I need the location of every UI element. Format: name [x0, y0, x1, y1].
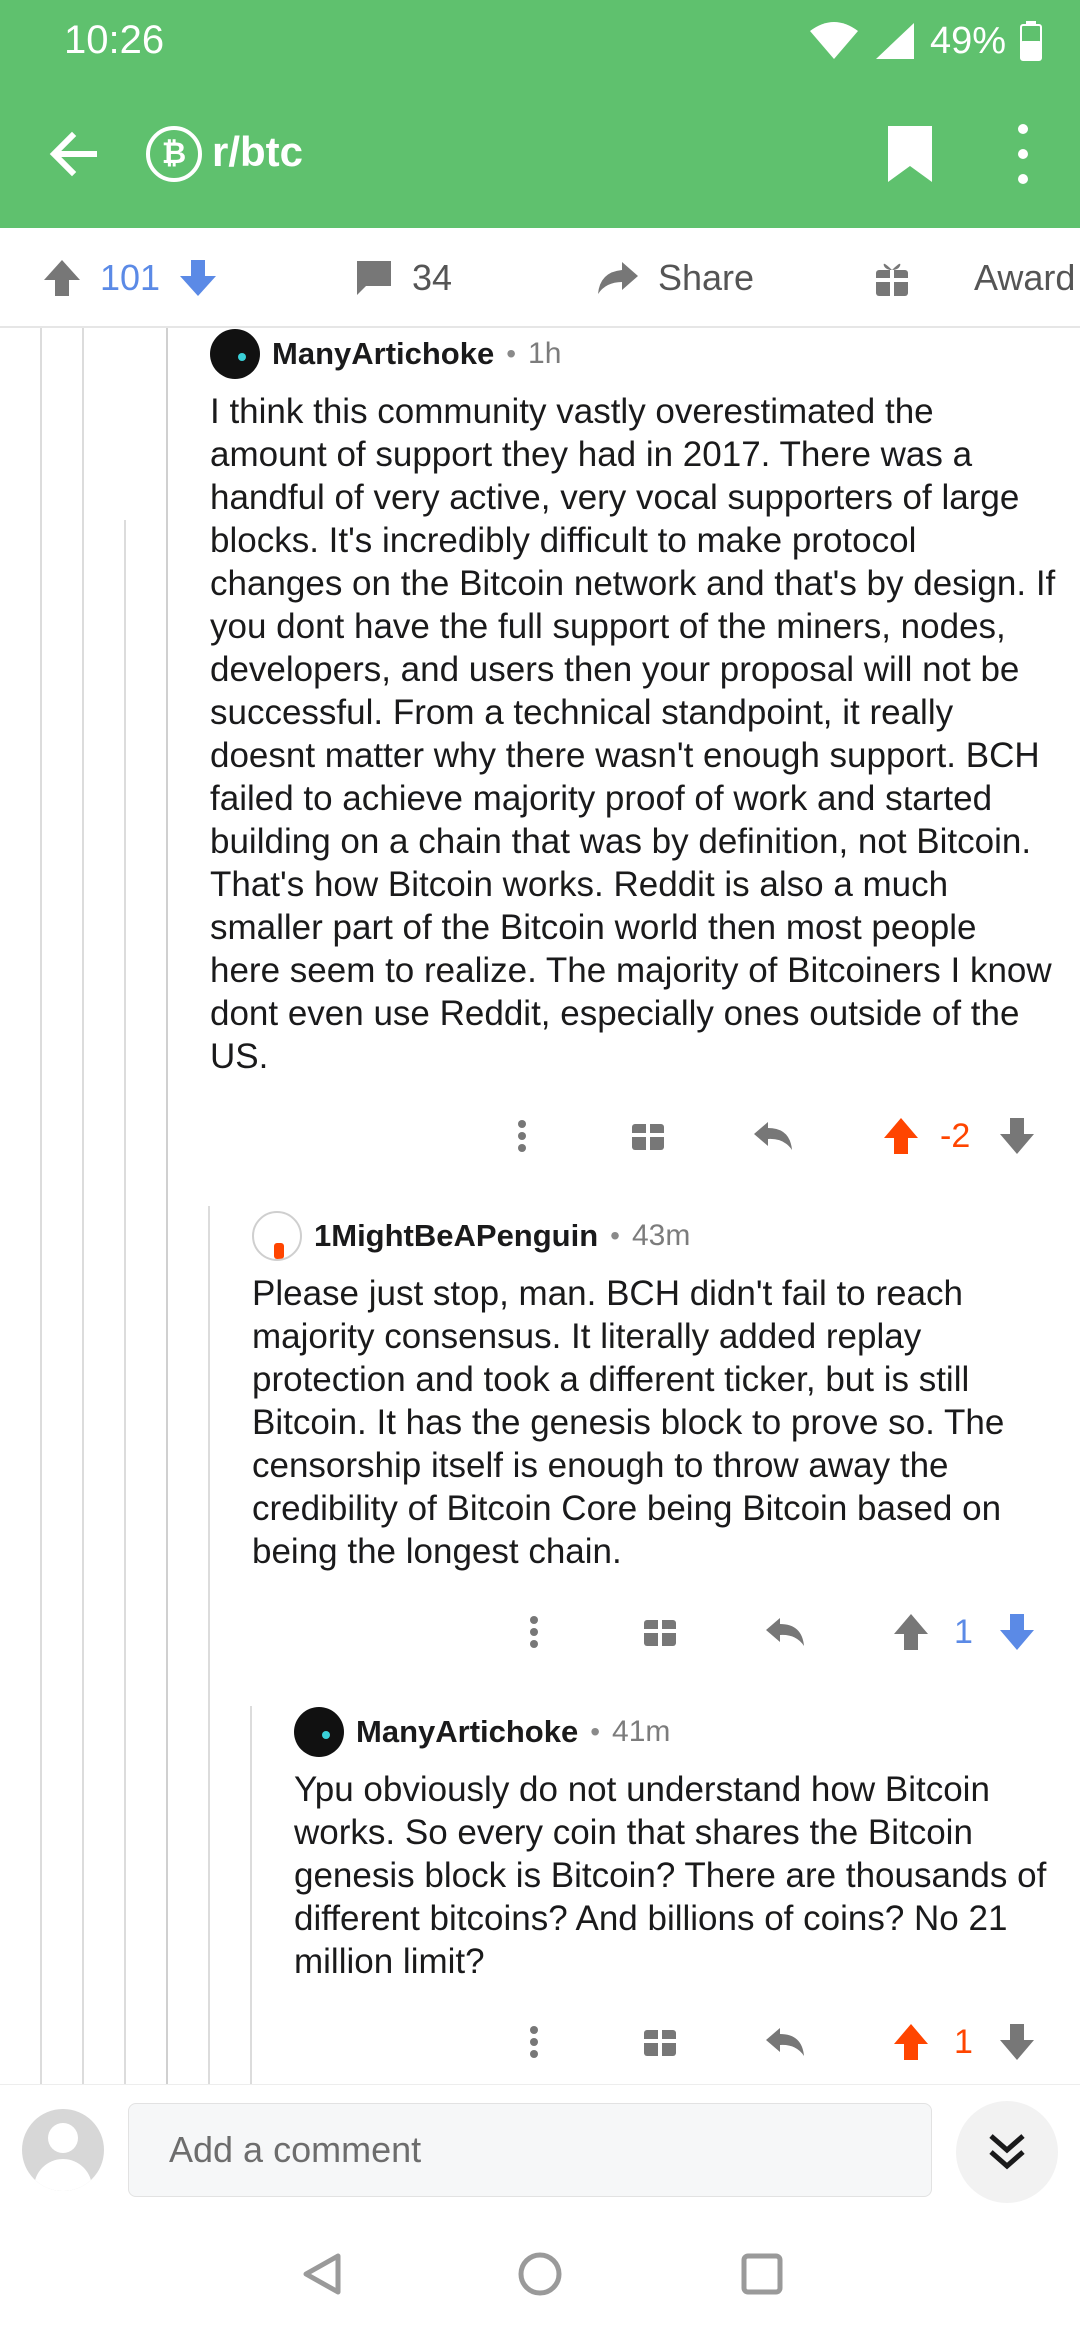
downvote-icon[interactable]: [998, 1602, 1036, 1662]
avatar-head-shape: [48, 2123, 78, 2153]
avatar[interactable]: [294, 1707, 344, 1757]
downvote-icon[interactable]: [998, 2012, 1036, 2072]
comment-time: 41m: [612, 1715, 671, 1748]
comment-body: I think this community vastly overestima…: [210, 392, 1056, 1076]
app-header: 10:26 49% ₿ r/btc: [0, 0, 1080, 228]
dot-icon: [1018, 124, 1028, 134]
comment-score: -2: [940, 1116, 971, 1155]
post-vote-group: 101: [42, 228, 218, 328]
downvote-icon[interactable]: [998, 1106, 1036, 1166]
upvote-icon[interactable]: [42, 258, 82, 298]
nav-back-button[interactable]: [292, 2244, 352, 2304]
upvote-icon[interactable]: [892, 1602, 930, 1662]
downvote-icon[interactable]: [178, 258, 218, 298]
double-chevron-down-icon: [989, 2134, 1025, 2170]
gift-icon: [876, 263, 908, 296]
reply-icon[interactable]: [764, 1602, 808, 1662]
post-score: 101: [100, 257, 161, 298]
dot-icon: [1018, 149, 1028, 159]
comment-author[interactable]: ManyArtichoke: [272, 336, 494, 372]
more-options-icon[interactable]: [524, 2012, 544, 2072]
comment: ManyArtichoke • 1h I think this communit…: [210, 328, 1056, 1078]
reply-icon[interactable]: [752, 1106, 796, 1166]
upvote-icon[interactable]: [882, 1106, 920, 1166]
share-arrow-icon: [598, 262, 638, 294]
comment-bubble-icon: [357, 261, 391, 295]
comment: 1MightBeAPenguin • 43m Please just stop,…: [252, 1210, 1060, 1573]
thread-line[interactable]: [124, 520, 126, 2088]
comment-body: Ypu obviously do not understand how Bitc…: [294, 1770, 1047, 1981]
add-comment-input[interactable]: Add a comment: [128, 2103, 932, 2197]
status-icons: 49%: [808, 16, 1042, 66]
comment-header: 1MightBeAPenguin • 43m: [252, 1210, 1060, 1262]
avatar[interactable]: [252, 1211, 302, 1261]
share-button[interactable]: Share: [596, 228, 754, 328]
dot-icon: [1018, 174, 1028, 184]
comment-score: 1: [954, 1612, 973, 1651]
avatar-body-shape: [34, 2159, 92, 2191]
reply-icon[interactable]: [764, 2012, 808, 2072]
wifi-icon: [809, 22, 858, 59]
comment-author[interactable]: 1MightBeAPenguin: [314, 1218, 598, 1254]
jump-to-next-button[interactable]: [956, 2101, 1058, 2203]
comment-score: 1: [954, 2022, 973, 2061]
circle-home-icon: [518, 2252, 562, 2296]
battery-percentage: 49%: [929, 19, 1006, 62]
comment-action-bar: 1: [0, 2012, 1080, 2072]
bookmark-icon[interactable]: [886, 124, 934, 184]
comments-count-button[interactable]: 34: [354, 228, 452, 328]
post-action-bar: 101 34 Share Award: [0, 228, 1080, 328]
award-gift-icon[interactable]: [642, 2012, 678, 2072]
award-gift-icon[interactable]: [630, 1106, 666, 1166]
subreddit-icon[interactable]: ₿: [146, 126, 202, 182]
comment-composer-bar: Add a comment: [0, 2084, 1080, 2214]
nav-home-button[interactable]: [510, 2244, 570, 2304]
comment-header: ManyArtichoke • 1h: [210, 328, 1056, 380]
comment-body: Please just stop, man. BCH didn't fail t…: [252, 1274, 1005, 1571]
thread-line[interactable]: [82, 328, 84, 2088]
separator-dot: •: [506, 338, 517, 369]
back-arrow-icon[interactable]: [44, 124, 104, 184]
more-options-icon[interactable]: [512, 1106, 532, 1166]
more-options-icon[interactable]: [524, 1602, 544, 1662]
subreddit-name[interactable]: r/btc: [212, 128, 303, 176]
triangle-back-icon: [303, 2253, 341, 2295]
upvote-icon[interactable]: [892, 2012, 930, 2072]
user-avatar[interactable]: [22, 2109, 104, 2191]
avatar[interactable]: [210, 329, 260, 379]
award-label: Award: [974, 257, 1076, 298]
comment-action-bar: 1: [0, 1602, 1080, 1662]
overflow-menu-button[interactable]: [1008, 124, 1038, 184]
share-label: Share: [658, 257, 755, 298]
award-button[interactable]: Award: [874, 228, 1075, 328]
comment-action-bar: -2: [0, 1106, 1080, 1166]
separator-dot: •: [610, 1220, 620, 1251]
comment-time: 1h: [528, 337, 562, 370]
square-recents-icon: [741, 2253, 783, 2295]
comment: ManyArtichoke • 41m Ypu obviously do not…: [294, 1706, 1060, 1983]
thread-line[interactable]: [166, 328, 168, 2088]
separator-dot: •: [590, 1716, 601, 1747]
award-gift-icon[interactable]: [642, 1602, 678, 1662]
comment-header: ManyArtichoke • 41m: [294, 1706, 1060, 1758]
nav-recents-button[interactable]: [732, 2244, 792, 2304]
thread-line[interactable]: [40, 328, 42, 2088]
status-time: 10:26: [64, 18, 165, 62]
comment-author[interactable]: ManyArtichoke: [356, 1714, 578, 1750]
system-navigation-bar: [0, 2214, 1080, 2340]
battery-icon: [1020, 21, 1042, 61]
signal-icon: [875, 23, 914, 59]
comments-count: 34: [412, 257, 453, 298]
comment-time: 43m: [631, 1219, 691, 1252]
